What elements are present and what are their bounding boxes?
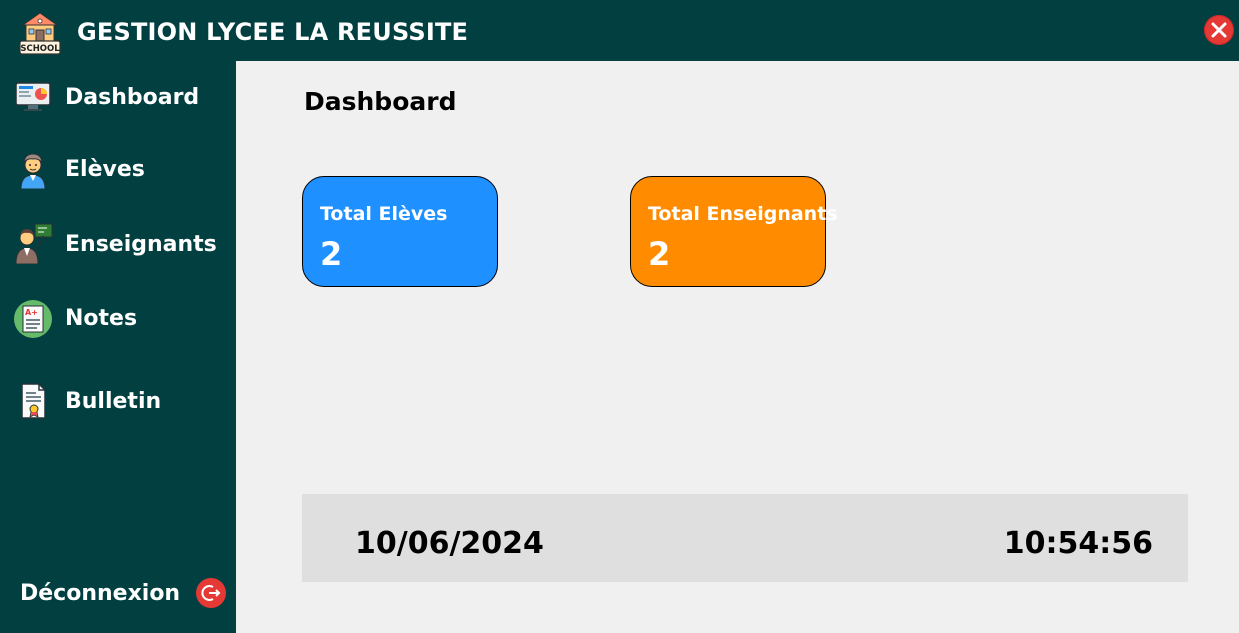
sidebar: Dashboard Elèves Enseignants A+ Notes Bu… bbox=[0, 61, 236, 633]
current-time: 10:54:56 bbox=[1003, 526, 1153, 561]
card-value: 2 bbox=[648, 235, 671, 273]
app-window: SCHOOL GESTION LYCEE LA REUSSITE Dashboa… bbox=[0, 0, 1239, 633]
student-icon bbox=[13, 149, 53, 190]
title-bar: SCHOOL GESTION LYCEE LA REUSSITE bbox=[0, 0, 1239, 61]
sidebar-item-label: Dashboard bbox=[65, 85, 200, 110]
sidebar-item-eleves[interactable]: Elèves bbox=[0, 147, 236, 193]
sidebar-item-notes[interactable]: A+ Notes bbox=[0, 296, 236, 342]
svg-text:A+: A+ bbox=[25, 308, 38, 317]
sidebar-item-dashboard[interactable]: Dashboard bbox=[0, 75, 236, 121]
total-teachers-card: Total Enseignants 2 bbox=[630, 176, 838, 287]
grades-icon: A+ bbox=[13, 299, 53, 339]
sidebar-item-label: Bulletin bbox=[65, 389, 162, 414]
dashboard-monitor-icon bbox=[13, 77, 53, 117]
card-label: Total Enseignants bbox=[648, 203, 838, 225]
close-icon bbox=[1211, 22, 1227, 38]
sidebar-item-label: Enseignants bbox=[65, 232, 217, 257]
sidebar-item-enseignants[interactable]: Enseignants bbox=[0, 222, 236, 268]
teacher-icon bbox=[13, 222, 53, 265]
current-date: 10/06/2024 bbox=[355, 526, 544, 561]
school-logo-icon: SCHOOL bbox=[19, 12, 61, 56]
logout-label: Déconnexion bbox=[20, 581, 181, 606]
logout-button[interactable]: Déconnexion bbox=[0, 573, 236, 617]
page-title: Dashboard bbox=[304, 87, 457, 116]
sidebar-item-label: Notes bbox=[65, 306, 138, 331]
card-label: Total Elèves bbox=[320, 203, 448, 225]
close-button[interactable] bbox=[1204, 15, 1234, 45]
logout-icon bbox=[196, 578, 226, 608]
status-bar: 10/06/2024 10:54:56 bbox=[302, 494, 1188, 582]
sidebar-item-label: Elèves bbox=[65, 157, 145, 182]
report-card-icon bbox=[13, 381, 53, 421]
app-title: GESTION LYCEE LA REUSSITE bbox=[77, 18, 469, 46]
sidebar-item-bulletin[interactable]: Bulletin bbox=[0, 379, 236, 425]
total-students-card: Total Elèves 2 bbox=[302, 176, 498, 287]
card-value: 2 bbox=[320, 235, 343, 273]
logo-text: SCHOOL bbox=[20, 44, 60, 54]
